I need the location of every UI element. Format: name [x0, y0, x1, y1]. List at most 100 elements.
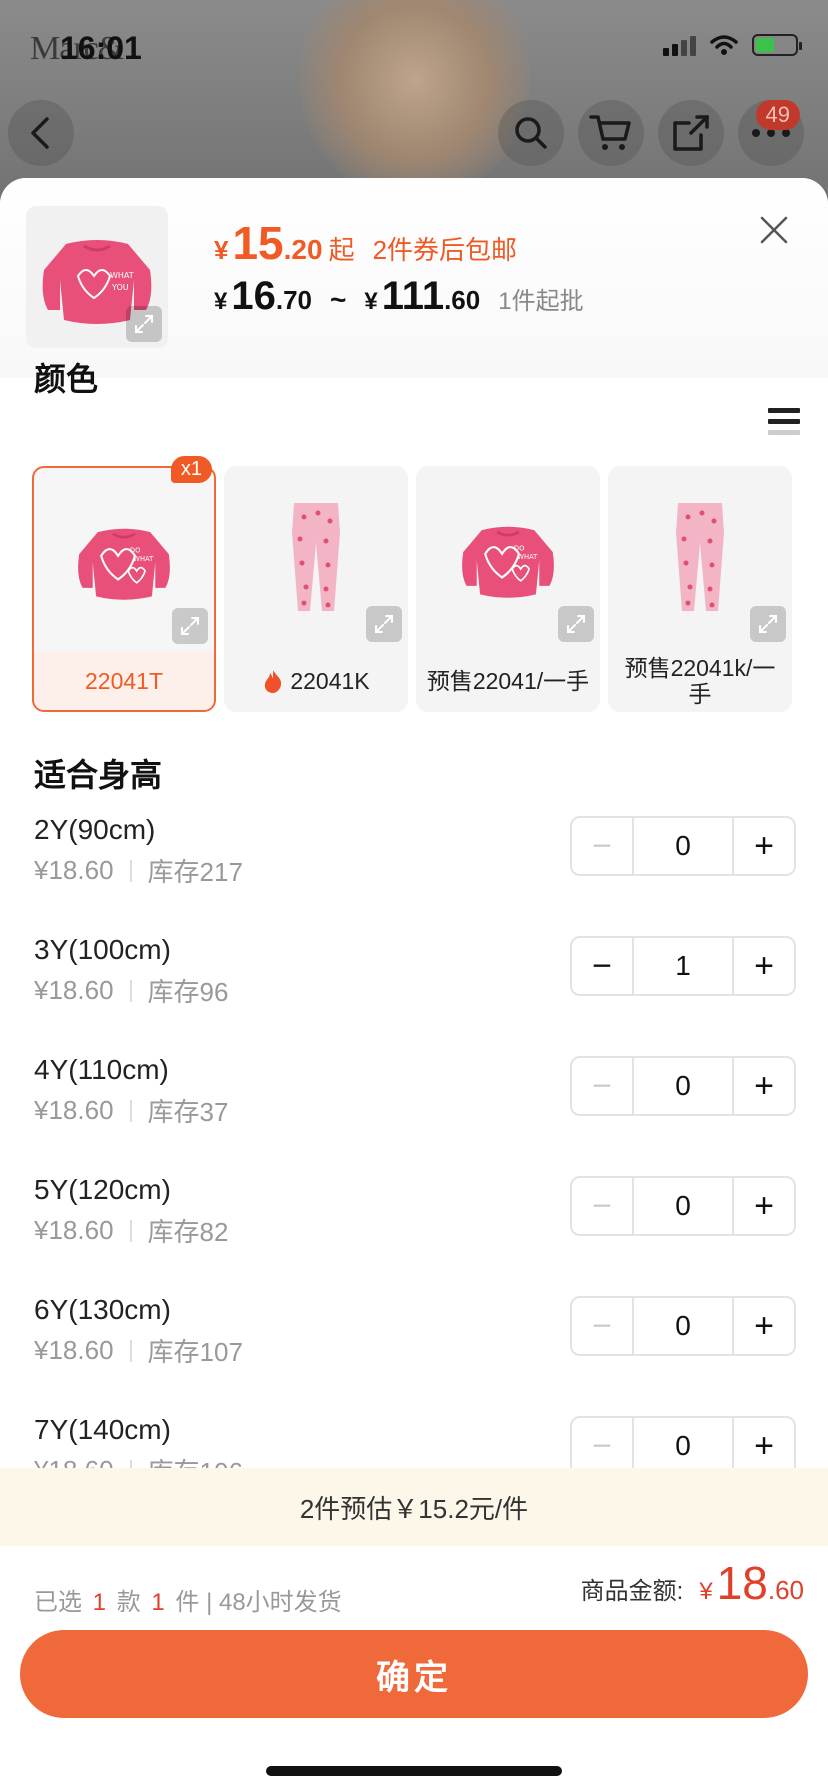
size-row: 2Y(90cm) ¥18.60 库存217 − 0 +	[0, 814, 828, 934]
expand-icon[interactable]	[172, 608, 208, 644]
divider	[129, 859, 132, 882]
size-price: ¥18.60	[34, 1095, 114, 1125]
range-separator: ~	[330, 284, 347, 315]
expand-icon[interactable]	[366, 606, 402, 642]
decrease-button[interactable]: −	[572, 1178, 634, 1234]
size-name: 6Y(130cm)	[34, 1294, 171, 1325]
divider	[129, 1099, 132, 1122]
selected-count-badge: x1	[170, 456, 212, 483]
size-stock: 库存217	[147, 857, 243, 887]
quantity-value[interactable]: 0	[634, 1178, 732, 1234]
size-stock: 库存37	[147, 1097, 229, 1127]
product-thumbnail[interactable]: WHAT YOU	[26, 206, 168, 348]
increase-button[interactable]: +	[732, 1178, 794, 1234]
estimate-bar: 2件预估￥15.2元/件	[0, 1468, 828, 1546]
min-order: 1件起批	[498, 288, 584, 315]
svg-text:WHAT: WHAT	[110, 271, 134, 280]
expand-icon[interactable]	[750, 606, 786, 642]
share-button[interactable]	[658, 100, 724, 166]
color-option-presale-22041k[interactable]: 预售22041k/一手	[608, 466, 792, 712]
sweater-image: DO WHAT	[78, 528, 170, 600]
cart-button[interactable]	[578, 100, 644, 166]
size-stock: 库存106	[148, 1452, 243, 1468]
decrease-button[interactable]: −	[572, 938, 634, 994]
color-option-presale-22041[interactable]: DO WHAT 预售22041/一手	[416, 466, 600, 712]
divider	[129, 979, 132, 1002]
status-time: 16:01	[60, 30, 142, 66]
summary-items-unit: 件 | 48小时发货	[175, 1589, 342, 1616]
svg-text:WHAT: WHAT	[133, 555, 154, 563]
divider	[129, 1339, 132, 1362]
close-button[interactable]	[756, 212, 792, 248]
total-label: 商品金额:	[580, 1578, 684, 1605]
increase-button[interactable]: +	[732, 818, 794, 874]
hot-icon	[265, 670, 282, 693]
quantity-stepper: − 1 +	[570, 936, 796, 996]
color-options: DO WHAT 22041T x1 22041K DO WHAT 预售22041…	[32, 456, 800, 714]
size-row: 3Y(100cm) ¥18.60 库存96 − 1 +	[0, 934, 828, 1054]
quantity-value[interactable]: 0	[634, 1418, 732, 1468]
expand-icon[interactable]	[558, 606, 594, 642]
battery-icon	[752, 34, 802, 56]
size-stock: 库存107	[147, 1337, 243, 1367]
quantity-value[interactable]: 0	[634, 1058, 732, 1114]
price-suffix: 起	[328, 235, 355, 265]
range-low-dec: .70	[275, 285, 313, 315]
promo-text: 2件券后包邮	[372, 235, 518, 265]
size-name: 3Y(100cm)	[34, 934, 171, 965]
quantity-value[interactable]: 0	[634, 1298, 732, 1354]
quantity-value[interactable]: 1	[634, 938, 732, 994]
summary-items: 1	[151, 1589, 165, 1616]
expand-icon[interactable]	[126, 306, 162, 342]
size-name: 4Y(110cm)	[34, 1054, 169, 1085]
increase-button[interactable]: +	[732, 1058, 794, 1114]
decrease-button[interactable]: −	[572, 818, 634, 874]
color-option-label: 预售22041/一手	[426, 668, 590, 694]
divider	[129, 1459, 132, 1468]
sku-selector-sheet: WHAT YOU ¥ 15 .20 起 2件券后包邮 ¥ 16 .70 ~ ¥ …	[0, 178, 828, 1792]
size-row: 5Y(120cm) ¥18.60 库存82 − 0 +	[0, 1174, 828, 1294]
total-amount: 商品金额: ¥ 18 .60	[581, 1556, 804, 1610]
color-option-22041K[interactable]: 22041K	[224, 466, 408, 712]
increase-button[interactable]: +	[732, 938, 794, 994]
size-price: ¥18.60	[34, 855, 114, 885]
decrease-button[interactable]: −	[572, 1298, 634, 1354]
decrease-button[interactable]: −	[572, 1418, 634, 1468]
increase-button[interactable]: +	[732, 1418, 794, 1468]
size-price: ¥18.60	[34, 1455, 114, 1468]
close-icon	[760, 216, 788, 244]
home-indicator	[266, 1766, 562, 1776]
discount-price: ¥ 15 .20 起 2件券后包邮	[214, 216, 517, 270]
range-low-int: 16	[231, 274, 276, 318]
wifi-icon	[710, 35, 738, 55]
quantity-stepper: − 0 +	[570, 1296, 796, 1356]
range-low-currency: ¥	[214, 288, 228, 315]
quantity-value[interactable]: 0	[634, 818, 732, 874]
total-integer: 18	[716, 1557, 768, 1609]
decrease-button[interactable]: −	[572, 1058, 634, 1114]
selection-summary: 已选 1 款 1 件 | 48小时发货	[34, 1582, 342, 1617]
signal-icon	[663, 34, 696, 56]
size-price: ¥18.60	[34, 1335, 114, 1365]
summary-styles-unit: 款	[116, 1589, 141, 1616]
size-stock: 库存82	[147, 1217, 229, 1247]
search-button[interactable]	[498, 100, 564, 166]
sweater-image: DO WHAT	[462, 526, 554, 598]
back-icon	[31, 117, 49, 149]
total-currency: ¥	[699, 1578, 713, 1605]
increase-button[interactable]: +	[732, 1298, 794, 1354]
range-high-currency: ¥	[364, 288, 378, 315]
size-row: 7Y(140cm) ¥18.60 库存106 − 0 +	[0, 1414, 828, 1468]
color-option-22041T[interactable]: DO WHAT 22041T x1	[32, 456, 216, 712]
price-range: ¥ 16 .70 ~ ¥ 111 .60 1件起批	[214, 274, 584, 319]
cart-count-badge: 49	[755, 100, 800, 130]
top-nav	[0, 100, 828, 170]
quantity-stepper: − 0 +	[570, 816, 796, 876]
back-button[interactable]	[8, 100, 74, 166]
color-option-label: 22041K	[290, 668, 370, 694]
confirm-button[interactable]: 确定	[20, 1630, 808, 1718]
size-section-title: 适合身高	[34, 757, 163, 793]
size-name: 2Y(90cm)	[34, 814, 156, 845]
list-view-button[interactable]	[768, 406, 800, 440]
size-stock: 库存96	[147, 977, 229, 1007]
